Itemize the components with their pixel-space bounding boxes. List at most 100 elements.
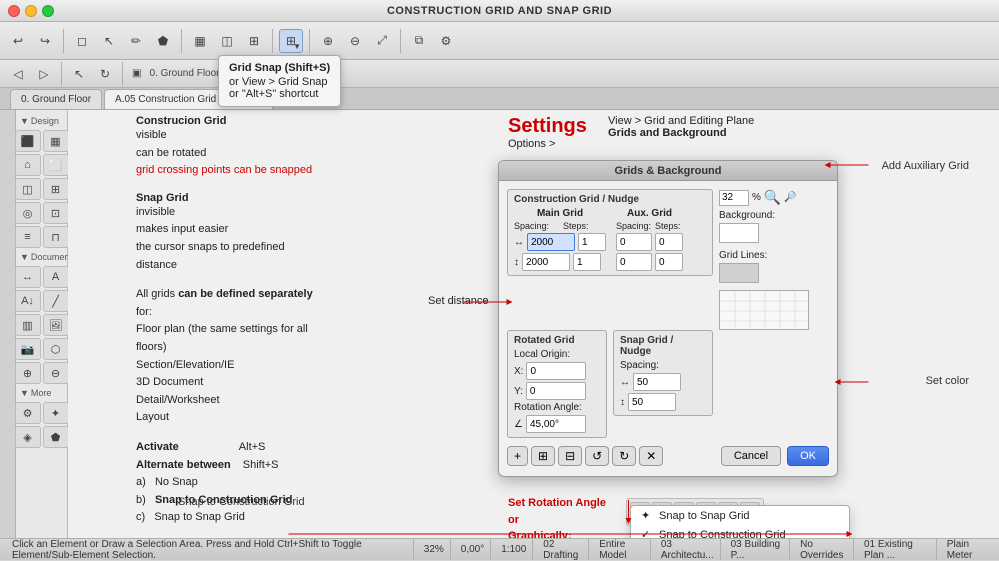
pen-icon[interactable]: ✏: [124, 29, 148, 53]
more2-icon[interactable]: ✦: [43, 402, 69, 424]
door-icon[interactable]: ◫: [215, 29, 239, 53]
status-floor[interactable]: 03 Architectu...: [655, 539, 721, 560]
aux-steps-2[interactable]: [655, 253, 683, 271]
fill-tool-icon[interactable]: ▥: [15, 314, 41, 336]
zoom-out-icon[interactable]: 🔎: [784, 192, 796, 203]
sg-spacing-2[interactable]: [628, 393, 676, 411]
aux-grid-row2: [616, 253, 683, 271]
redo-btn[interactable]: ↻: [612, 446, 636, 466]
panel-row-10: ⊕ ⊖: [15, 362, 69, 384]
close-button[interactable]: [8, 5, 20, 17]
win-tool-icon[interactable]: ⊞: [43, 178, 69, 200]
aux-steps-1[interactable]: [655, 233, 683, 251]
background-color-box[interactable]: [719, 223, 759, 243]
sg-row1: ↔: [620, 373, 706, 391]
grid-snap-icon[interactable]: ⊞ ▼: [279, 29, 303, 53]
cursor-icon[interactable]: ↖: [67, 62, 91, 86]
status-mode[interactable]: 02 Drafting: [537, 539, 589, 560]
zoom-in-icon[interactable]: ⊕: [316, 29, 340, 53]
delete-btn[interactable]: ✕: [639, 446, 663, 466]
sg-item1: invisible: [136, 204, 496, 222]
construction-grid-section: Construction Grid / Nudge Main Grid Spac…: [507, 189, 713, 276]
door-tool-icon[interactable]: ◫: [15, 178, 41, 200]
main-steps-1[interactable]: [578, 233, 606, 251]
maximize-button[interactable]: [42, 5, 54, 17]
minus-tool-icon[interactable]: ⊖: [43, 362, 69, 384]
grid-icon-btn2[interactable]: ⊟: [558, 446, 582, 466]
zoom-percent[interactable]: [719, 190, 749, 206]
check-construction-grid: ✓: [641, 528, 653, 538]
undo-btn[interactable]: ↺: [585, 446, 609, 466]
status-zoom[interactable]: 32%: [418, 539, 451, 560]
ok-button[interactable]: OK: [787, 446, 829, 466]
settings-icon[interactable]: ⚙: [434, 29, 458, 53]
zoom-out-icon[interactable]: ⊖: [343, 29, 367, 53]
wall-tool-icon[interactable]: ⬛: [15, 130, 41, 152]
slab-tool-icon[interactable]: ▦: [43, 130, 69, 152]
main-layout: ▼Design ⬛ ▦ ⌂ ⬜ ◫ ⊞ ◎ ⊡ ≡ ⊓ ▼Document ↔ …: [0, 110, 999, 538]
status-unit[interactable]: Plain Meter: [941, 539, 993, 560]
menu-snap-to-snap-grid[interactable]: ✦ Snap to Snap Grid: [631, 506, 849, 525]
main-spacing-2[interactable]: [522, 253, 570, 271]
rotation-input[interactable]: [526, 415, 586, 433]
main-grid-headers: Spacing: Steps:: [514, 221, 606, 231]
aux-spacing-2[interactable]: [616, 253, 652, 271]
status-plan[interactable]: 01 Existing Plan ...: [858, 539, 937, 560]
sep-t2-2: [122, 62, 123, 86]
redo-icon[interactable]: ↪: [33, 29, 57, 53]
text-tool-icon[interactable]: A: [43, 266, 69, 288]
minimize-button[interactable]: [25, 5, 37, 17]
cancel-button[interactable]: Cancel: [721, 446, 781, 466]
obj-tool-icon[interactable]: ◎: [15, 202, 41, 224]
sg-spacing-label: Spacing:: [620, 360, 706, 371]
dim-tool-icon[interactable]: ↔: [15, 266, 41, 288]
grid-lines-color-box[interactable]: [719, 263, 759, 283]
status-coords: 0,00°: [455, 539, 491, 560]
beam-tool-icon[interactable]: ⬜: [43, 154, 69, 176]
zoom-in-icon[interactable]: 🔍: [764, 189, 781, 206]
x-label: X:: [514, 366, 523, 377]
main-steps-2[interactable]: [573, 253, 601, 271]
fig-tool-icon[interactable]: 🖼: [43, 314, 69, 336]
cam-tool-icon[interactable]: 📷: [15, 338, 41, 360]
fit-icon[interactable]: ⤢: [370, 29, 394, 53]
zone-tool-icon[interactable]: ⊡: [43, 202, 69, 224]
back-icon[interactable]: ◁: [6, 62, 30, 86]
status-model[interactable]: Entire Model: [593, 539, 651, 560]
select-icon[interactable]: ◻: [70, 29, 94, 53]
y-input[interactable]: [526, 382, 586, 400]
option-a: a) No Snap: [136, 474, 496, 492]
label-tool-icon[interactable]: A↓: [15, 290, 41, 312]
sg-spacing-1[interactable]: [633, 373, 681, 391]
status-building[interactable]: 03 Building P...: [725, 539, 790, 560]
dialog-footer: + ⊞ ⊟ ↺ ↻ ✕ Cancel OK: [507, 444, 829, 468]
magic-icon[interactable]: ⬟: [151, 29, 175, 53]
undo-icon[interactable]: ↩: [6, 29, 30, 53]
aux-spacing-1[interactable]: [616, 233, 652, 251]
x-input[interactable]: [526, 362, 586, 380]
window-controls[interactable]: [8, 5, 54, 17]
more3-icon[interactable]: ◈: [15, 426, 41, 448]
tab-ground-floor[interactable]: 0. Ground Floor: [10, 89, 102, 109]
window-icon[interactable]: ⊞: [242, 29, 266, 53]
rg-title: Rotated Grid: [514, 335, 600, 346]
grid-icon-btn1[interactable]: ⊞: [531, 446, 555, 466]
railing-tool-icon[interactable]: ⊓: [43, 226, 69, 248]
forward-icon[interactable]: ▷: [32, 62, 56, 86]
more1-icon[interactable]: ⚙: [15, 402, 41, 424]
aux-grid-headers: Spacing: Steps:: [616, 221, 683, 231]
morph-tool-icon[interactable]: ⬡: [43, 338, 69, 360]
menu-snap-to-construction-grid[interactable]: ✓ Snap to Construction Grid: [631, 525, 849, 538]
stair-tool-icon[interactable]: ≡: [15, 226, 41, 248]
rotate-icon[interactable]: ↻: [93, 62, 117, 86]
line-tool-icon[interactable]: ╱: [43, 290, 69, 312]
more4-icon[interactable]: ⬟: [43, 426, 69, 448]
main-spacing-1[interactable]: [527, 233, 575, 251]
pointer-icon[interactable]: ↖: [97, 29, 121, 53]
roof-tool-icon[interactable]: ⌂: [15, 154, 41, 176]
add-icon-btn[interactable]: +: [507, 446, 528, 466]
snap-snap-grid-label: Snap to Snap Grid: [659, 510, 750, 522]
wall-icon[interactable]: ▦: [188, 29, 212, 53]
layer-icon[interactable]: ⧉: [407, 29, 431, 53]
plus-tool-icon[interactable]: ⊕: [15, 362, 41, 384]
